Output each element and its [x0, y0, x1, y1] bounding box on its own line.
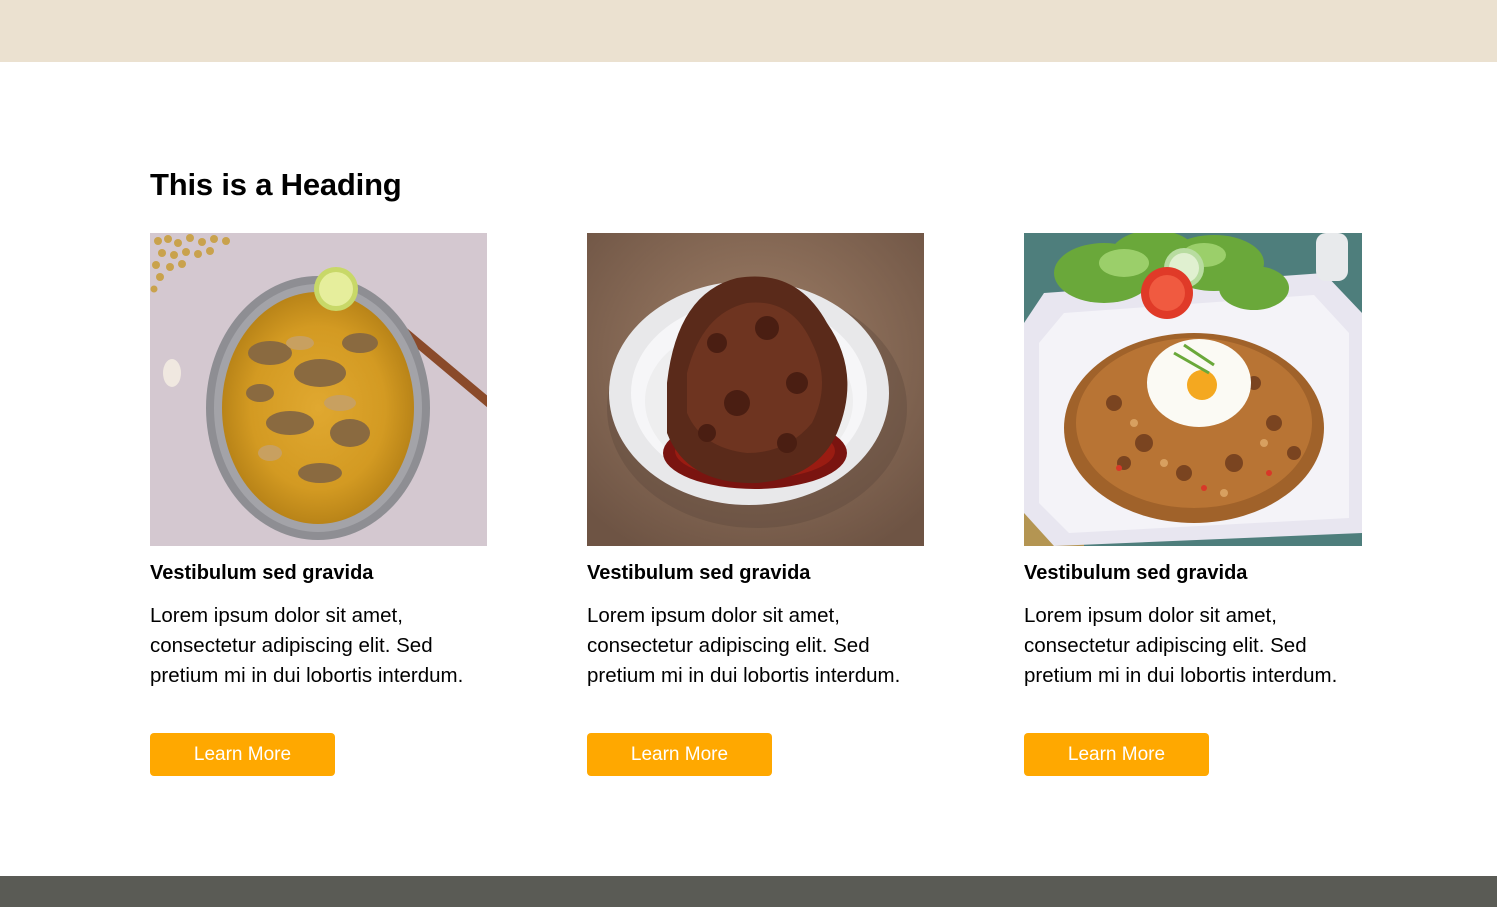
- card-3: Vestibulum sed gravida Lorem ipsum dolor…: [1024, 233, 1364, 776]
- soup-bowl-image: [150, 233, 487, 546]
- beef-rendang-image: [587, 233, 924, 546]
- card-2: Vestibulum sed gravida Lorem ipsum dolor…: [587, 233, 927, 776]
- learn-more-button[interactable]: Learn More: [587, 733, 772, 776]
- card-description: Lorem ipsum dolor sit amet, consectetur …: [587, 604, 901, 687]
- card-description: Lorem ipsum dolor sit amet, consectetur …: [1024, 604, 1338, 687]
- card-title: Vestibulum sed gravida: [1024, 562, 1248, 584]
- footer-bar: [0, 876, 1497, 907]
- fried-rice-image: [1024, 233, 1362, 546]
- card-title: Vestibulum sed gravida: [150, 562, 374, 584]
- card-title: Vestibulum sed gravida: [587, 562, 811, 584]
- card-description: Lorem ipsum dolor sit amet, consectetur …: [150, 604, 464, 687]
- top-header-bar: [0, 0, 1497, 62]
- section-heading: This is a Heading: [150, 167, 402, 202]
- learn-more-button[interactable]: Learn More: [150, 733, 335, 776]
- card-1: Vestibulum sed gravida Lorem ipsum dolor…: [150, 233, 490, 776]
- learn-more-button[interactable]: Learn More: [1024, 733, 1209, 776]
